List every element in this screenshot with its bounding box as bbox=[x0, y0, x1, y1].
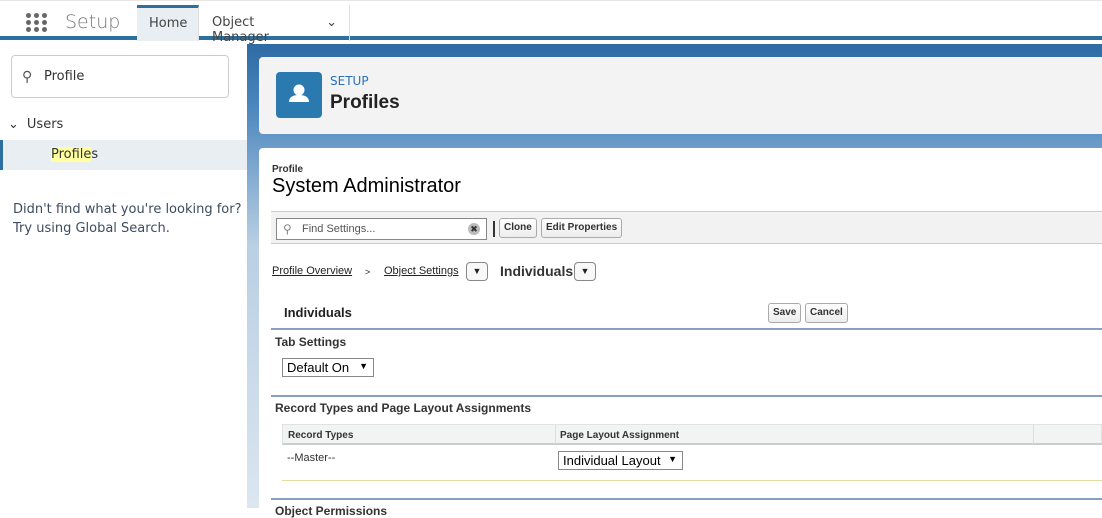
tab-settings-select[interactable]: Default On ▼ bbox=[282, 358, 374, 377]
breadcrumb-current: Individuals bbox=[500, 263, 574, 279]
page-header: SETUP Profiles bbox=[259, 57, 1102, 134]
app-launcher-icon[interactable] bbox=[26, 13, 48, 33]
item-label-rest: s bbox=[91, 147, 99, 162]
divider bbox=[493, 221, 495, 237]
edit-properties-button[interactable]: Edit Properties bbox=[541, 218, 623, 238]
tab-settings-heading: Tab Settings bbox=[275, 335, 347, 349]
tree-group-users[interactable]: ⌄ Users bbox=[8, 117, 63, 132]
save-button[interactable]: Save bbox=[768, 303, 802, 323]
profile-label: Profile bbox=[272, 164, 304, 175]
find-settings-input[interactable]: ⚲ Find Settings... ✖ bbox=[276, 218, 487, 240]
tab-label: Object Manager bbox=[212, 15, 269, 45]
select-value: Individual Layout bbox=[563, 453, 661, 468]
select-value: Default On bbox=[287, 360, 350, 375]
record-types-table: Record Types Page Layout Assignment --Ma… bbox=[282, 424, 1102, 481]
breadcrumb-object-settings[interactable]: Object Settings bbox=[384, 265, 459, 277]
record-type-cell: --Master-- bbox=[287, 452, 336, 464]
cancel-button[interactable]: Cancel bbox=[805, 303, 848, 323]
record-types-heading: Record Types and Page Layout Assignments bbox=[275, 401, 532, 415]
divider bbox=[271, 395, 1102, 397]
tab-home[interactable]: Home bbox=[137, 5, 199, 41]
clear-icon[interactable]: ✖ bbox=[468, 223, 480, 235]
breadcrumb-separator: > bbox=[365, 267, 371, 277]
search-value: Profile bbox=[44, 69, 85, 84]
search-icon: ⚲ bbox=[22, 69, 33, 85]
hint-line: Try using Global Search. bbox=[13, 221, 170, 236]
user-icon bbox=[276, 72, 322, 118]
app-name: Setup bbox=[65, 11, 121, 33]
section-title: Individuals bbox=[284, 305, 352, 320]
divider bbox=[271, 328, 1102, 330]
top-nav-bar: Setup Home Object Manager ⌄ bbox=[0, 0, 1102, 45]
setup-sidebar: ⚲ Profile ⌄ Users Profiles Didn't find wha… bbox=[0, 44, 247, 508]
search-highlight: Profile bbox=[51, 147, 92, 162]
page-title: Profiles bbox=[330, 92, 400, 113]
page-subtitle: SETUP bbox=[330, 74, 369, 88]
object-dropdown[interactable]: ▼ bbox=[574, 262, 596, 281]
dropdown-arrow-icon: ▼ bbox=[359, 361, 368, 371]
object-permissions-heading: Object Permissions bbox=[275, 504, 388, 518]
dropdown-arrow-icon: ▼ bbox=[668, 454, 677, 464]
sidebar-item-profiles[interactable]: Profiles bbox=[0, 140, 247, 170]
page-layout-select[interactable]: Individual Layout ▼ bbox=[558, 451, 683, 470]
divider bbox=[271, 498, 1102, 500]
search-icon: ⚲ bbox=[283, 222, 292, 236]
column-header: Page Layout Assignment bbox=[560, 430, 680, 441]
profile-detail: Profile System Administrator ⚲ Find Setti… bbox=[259, 148, 1102, 518]
group-label: Users bbox=[26, 117, 64, 132]
column-header: Record Types bbox=[288, 430, 354, 441]
find-placeholder: Find Settings... bbox=[302, 223, 376, 235]
no-results-hint: Didn't find what you're looking for? Try … bbox=[13, 200, 242, 238]
quick-find-input[interactable]: ⚲ Profile bbox=[11, 55, 229, 98]
clone-button[interactable]: Clone bbox=[499, 218, 537, 238]
profile-toolbar: ⚲ Find Settings... ✖ Clone Edit Properties bbox=[271, 211, 1102, 244]
breadcrumb-profile-overview[interactable]: Profile Overview bbox=[272, 265, 352, 277]
chevron-down-icon[interactable]: ⌄ bbox=[326, 15, 337, 31]
tab-object-manager[interactable]: Object Manager ⌄ bbox=[200, 5, 350, 45]
object-settings-dropdown[interactable]: ▼ bbox=[466, 262, 488, 281]
table-header: Record Types Page Layout Assignment bbox=[282, 424, 1102, 445]
profile-name: System Administrator bbox=[272, 175, 461, 197]
hint-line: Didn't find what you're looking for? bbox=[13, 202, 242, 217]
chevron-down-icon: ⌄ bbox=[8, 117, 19, 132]
